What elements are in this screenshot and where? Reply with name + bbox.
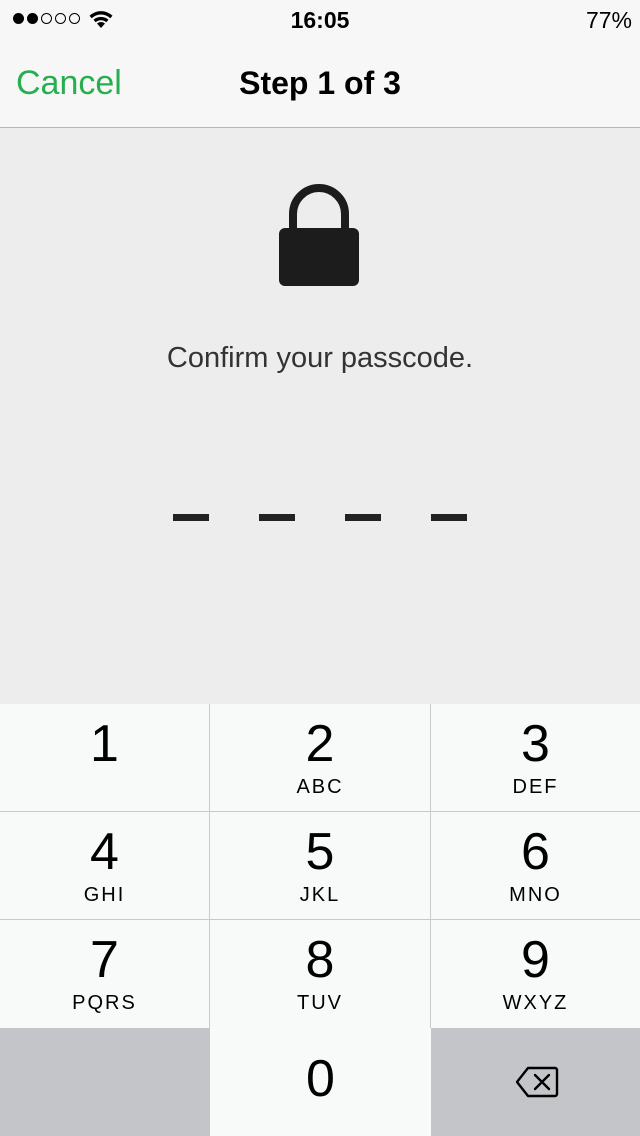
key-digit: 2	[305, 715, 335, 773]
key-digit: 9	[521, 931, 550, 989]
key-letters: TUV	[297, 992, 343, 1014]
key-letters: ABC	[296, 776, 344, 798]
delete-button[interactable]	[431, 1028, 640, 1136]
lock-icon	[279, 184, 359, 286]
key-letters: PQRS	[72, 992, 137, 1014]
key-0[interactable]: 0	[210, 1028, 431, 1136]
passcode-digit-placeholder	[431, 514, 467, 521]
key-letters: JKL	[299, 884, 341, 906]
key-letters: WXYZ	[502, 992, 569, 1014]
key-letters: GHI	[83, 884, 126, 906]
key-digit: 5	[305, 823, 335, 881]
backspace-icon	[515, 1066, 559, 1098]
key-1[interactable]: 1	[0, 704, 210, 812]
passcode-content: Confirm your passcode.	[0, 128, 640, 704]
passcode-digit-placeholder	[173, 514, 209, 521]
key-2[interactable]: 2 ABC	[210, 704, 431, 812]
status-time: 16:05	[290, 7, 350, 33]
key-letters: DEF	[512, 776, 559, 798]
passcode-screen: 16:05 77% Cancel Step 1 of 3 Confirm you…	[0, 0, 640, 1136]
key-digit: 1	[90, 715, 119, 773]
key-9[interactable]: 9 WXYZ	[431, 920, 640, 1028]
passcode-digit-placeholder	[259, 514, 295, 521]
key-digit: 8	[305, 931, 335, 989]
key-5[interactable]: 5 JKL	[210, 812, 431, 920]
battery-percentage: 77%	[585, 7, 632, 33]
numeric-keypad: 1 2 ABC 3 DEF 4 GHI 5 JKL 6 MNO 7 PQRS 8…	[0, 704, 640, 1136]
passcode-entry-indicator	[173, 514, 467, 521]
key-4[interactable]: 4 GHI	[0, 812, 210, 920]
key-digit: 3	[521, 715, 550, 773]
top-bar: 16:05 77% Cancel Step 1 of 3	[0, 0, 640, 128]
status-bar: 16:05 77%	[0, 0, 640, 40]
key-digit: 7	[90, 931, 119, 989]
key-digit: 0	[306, 1050, 335, 1108]
key-7[interactable]: 7 PQRS	[0, 920, 210, 1028]
keypad-blank-key	[0, 1028, 210, 1136]
key-6[interactable]: 6 MNO	[431, 812, 640, 920]
key-letters: MNO	[509, 884, 562, 906]
key-digit: 6	[521, 823, 550, 881]
page-title: Step 1 of 3	[239, 65, 401, 101]
passcode-prompt: Confirm your passcode.	[166, 342, 474, 374]
key-digit: 4	[90, 823, 119, 881]
passcode-digit-placeholder	[345, 514, 381, 521]
navigation-bar: Cancel Step 1 of 3	[0, 40, 640, 128]
key-8[interactable]: 8 TUV	[210, 920, 431, 1028]
key-3[interactable]: 3 DEF	[431, 704, 640, 812]
